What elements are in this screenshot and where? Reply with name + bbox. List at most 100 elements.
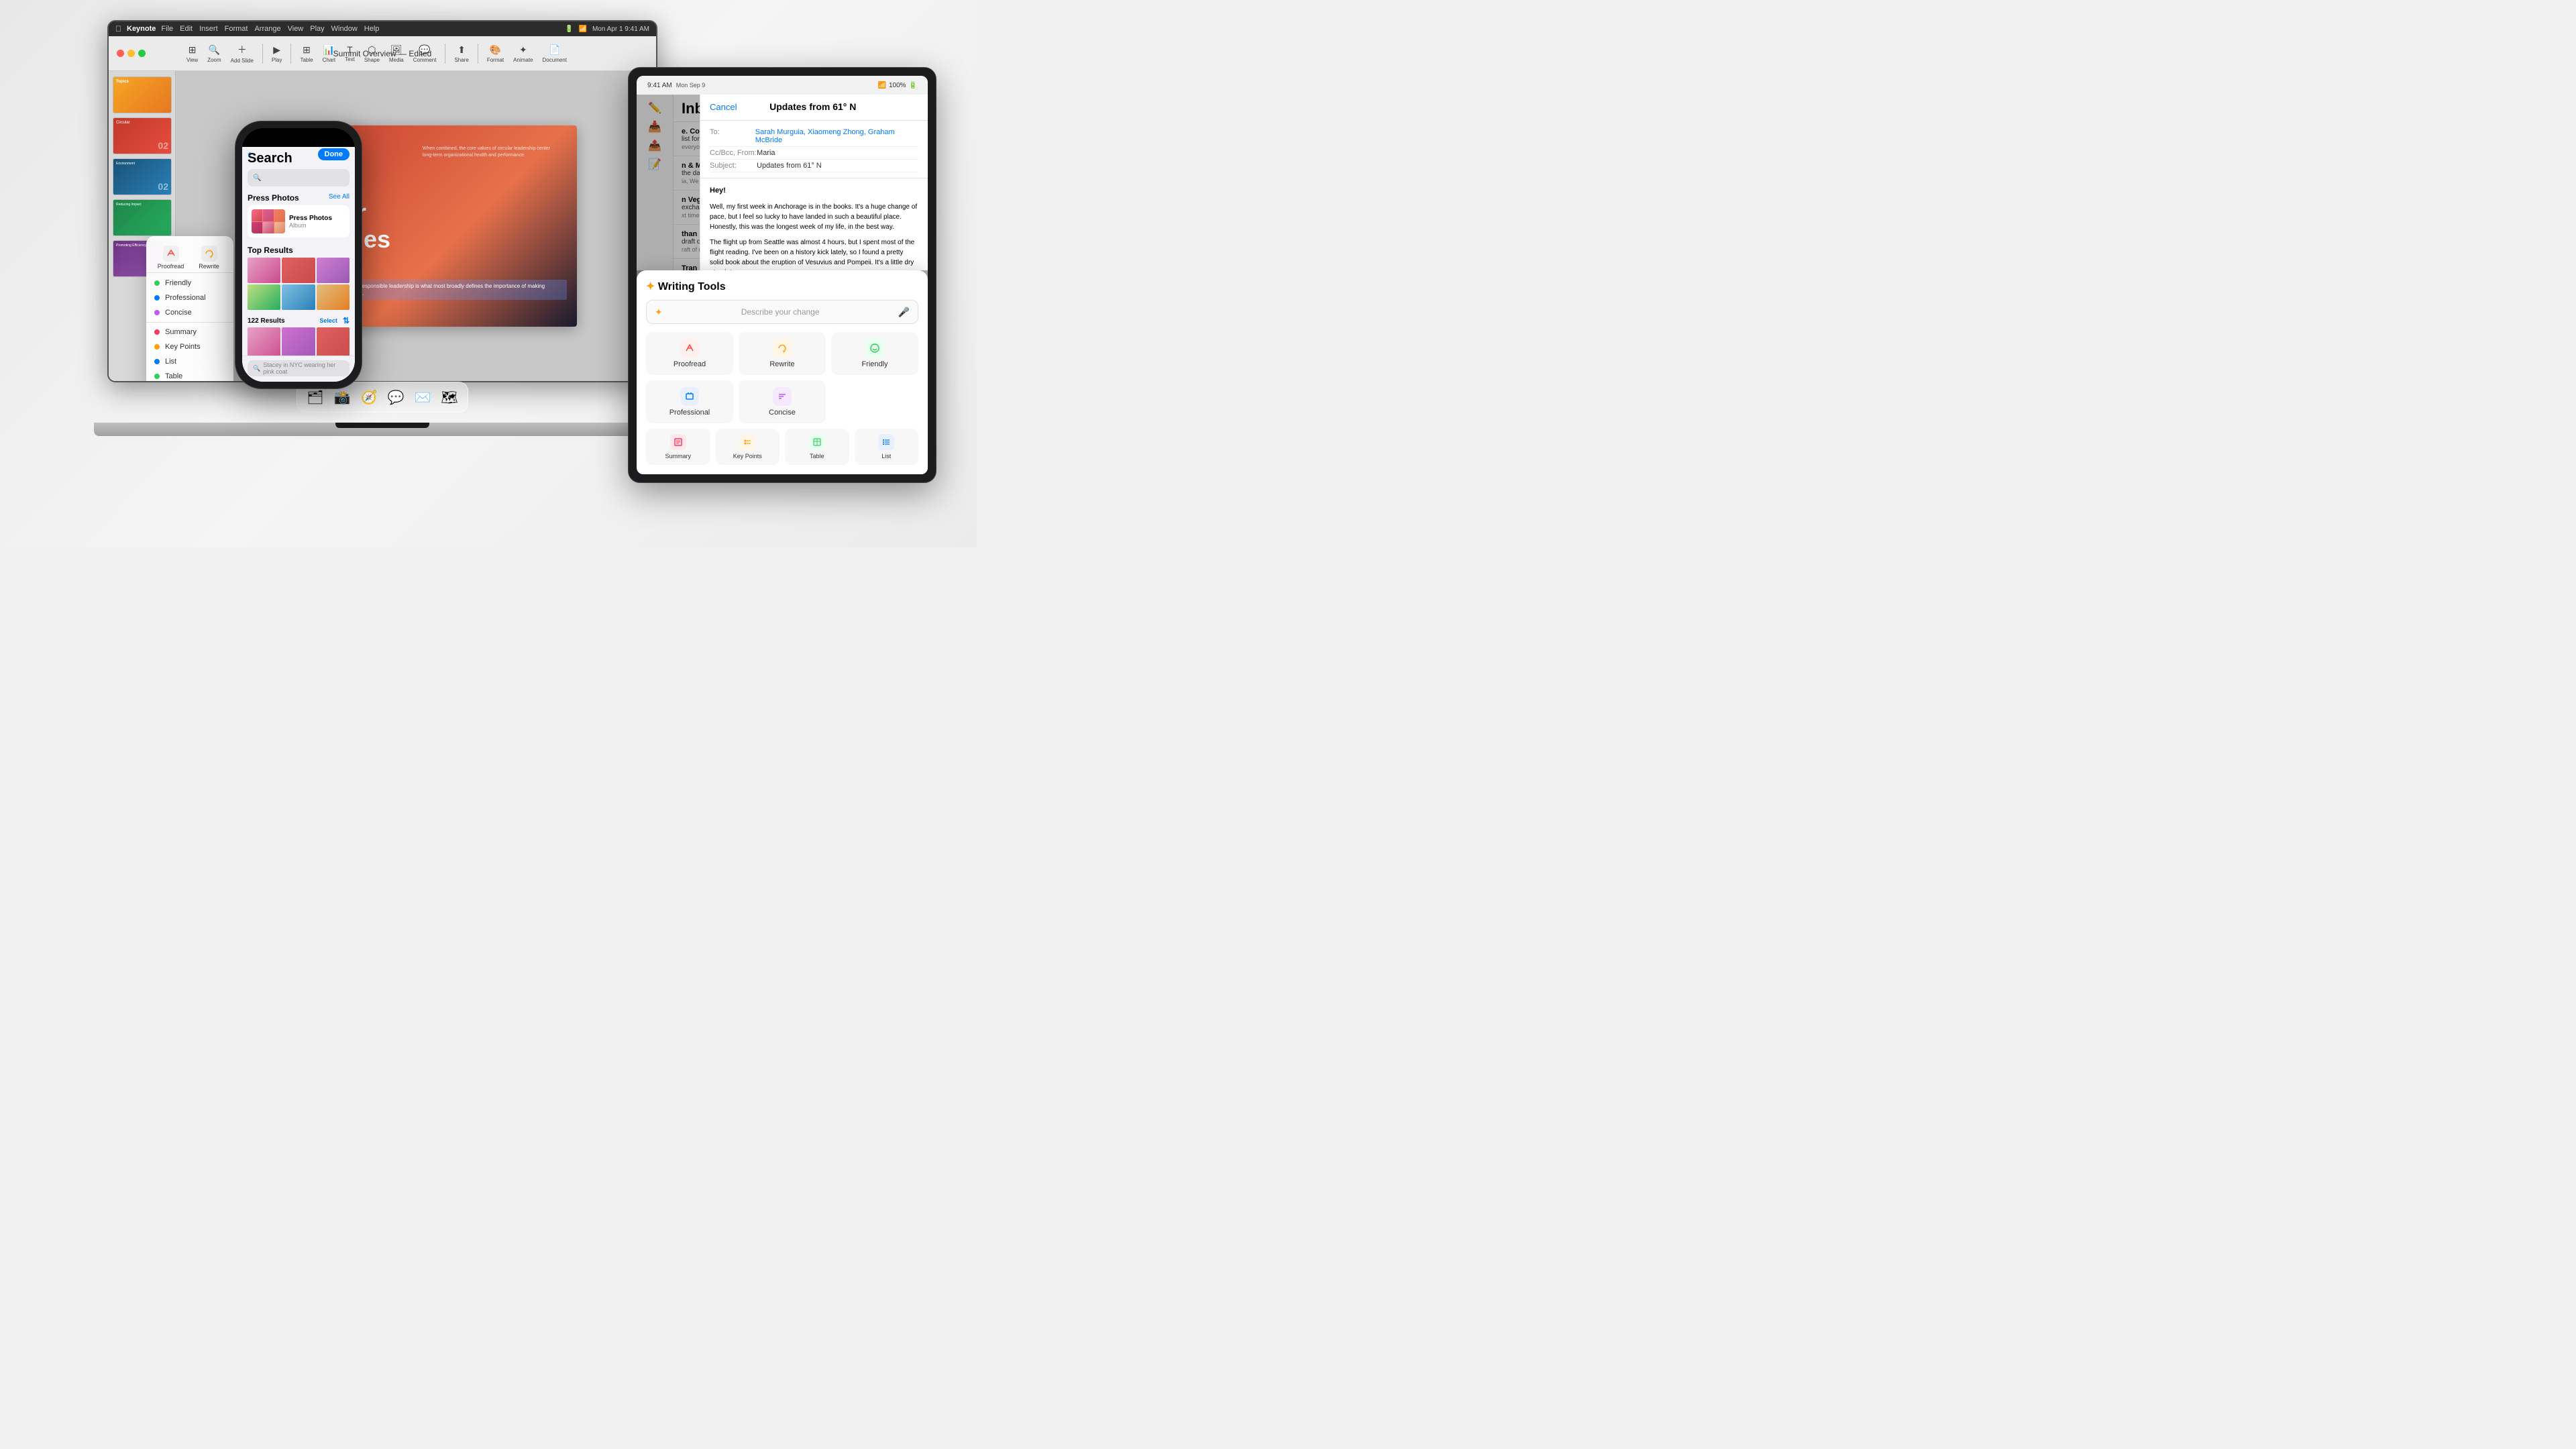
wt-second-grid: Professional Concise — [646, 380, 918, 423]
email-cc-label: Cc/Bcc, From: — [710, 149, 757, 157]
wt-ipad-rewrite-btn[interactable]: Rewrite — [739, 332, 826, 375]
dock-finder[interactable]: 🗂 — [304, 386, 327, 409]
results-count-bar: 122 Results Select ⇅ — [242, 314, 355, 327]
email-cancel-button[interactable]: Cancel — [710, 102, 737, 112]
photo-small-3[interactable] — [317, 258, 350, 283]
slide-thumb-1[interactable]: Topics — [113, 76, 172, 113]
wt-concise-item[interactable]: Concise — [146, 305, 233, 320]
wt-ipad-rewrite-label: Rewrite — [769, 360, 794, 368]
wt-mic-icon[interactable]: 🎤 — [898, 307, 910, 318]
keynote-document-title: Summit Overview — Edited — [333, 49, 432, 58]
toolbar-share[interactable]: ⬆Share — [451, 43, 472, 64]
ipad-wifi-icon: 📶 — [878, 82, 886, 89]
iphone-notch-area — [242, 128, 355, 147]
toolbar-play[interactable]: ▶Play — [268, 43, 286, 64]
wt-ipad-keypoints-btn[interactable]: Key Points — [716, 429, 780, 465]
wt-ipad-list-btn[interactable]: List — [855, 429, 919, 465]
menu-insert[interactable]: Insert — [199, 25, 218, 33]
macbook-base — [94, 423, 671, 436]
wt-ipad-rewrite-icon — [773, 339, 792, 358]
menu-arrange[interactable]: Arrange — [254, 25, 280, 33]
wt-professional-dot — [154, 295, 160, 301]
wt-ipad-list-label: List — [881, 453, 891, 460]
press-photos-header: Press Photos See All — [248, 193, 350, 203]
dock-safari[interactable]: 🧭 — [358, 386, 380, 409]
wt-ipad-keypoints-label: Key Points — [733, 453, 762, 460]
ipad-device: 9:41 AM Mon Sep 9 📶 100% 🔋 Summarize ✏️ … — [628, 67, 936, 483]
wt-summary-dot — [154, 329, 160, 335]
wt-keypoints-item[interactable]: Key Points — [146, 339, 233, 354]
iphone-back-button[interactable]: ‹ — [248, 148, 251, 160]
email-fields: To: Sarah Murguia, Xiaomeng Zhong, Graha… — [700, 121, 928, 178]
menu-window[interactable]: Window — [331, 25, 358, 33]
photo-small-1[interactable] — [248, 258, 280, 283]
iphone-bottom-placeholder: Stacey in NYC wearing her pink coat — [263, 362, 344, 375]
fullscreen-button[interactable] — [138, 50, 146, 57]
wt-rewrite-btn[interactable]: Rewrite — [193, 246, 225, 270]
toolbar-format[interactable]: 🎨Format — [484, 43, 507, 64]
toolbar-zoom[interactable]: 🔍Zoom — [204, 43, 224, 64]
wt-proofread-btn[interactable]: Proofread — [154, 246, 187, 270]
wt-proofread-label: Proofread — [158, 263, 184, 270]
photo-small-2[interactable] — [282, 258, 315, 283]
wt-ipad-proofread-btn[interactable]: Proofread — [646, 332, 733, 375]
photo-small-6[interactable] — [317, 284, 350, 310]
menu-edit[interactable]: Edit — [180, 25, 193, 33]
photo-small-4[interactable] — [248, 284, 280, 310]
wt-professional-item[interactable]: Professional — [146, 290, 233, 305]
wt-describe-input[interactable]: ✦ Describe your change 🎤 — [646, 300, 918, 324]
menu-play[interactable]: Play — [310, 25, 324, 33]
dock-photos[interactable]: 📸 — [331, 386, 354, 409]
ipad-statusbar: 9:41 AM Mon Sep 9 📶 100% 🔋 — [637, 76, 928, 95]
menu-help[interactable]: Help — [364, 25, 380, 33]
wt-ipad-professional-btn[interactable]: Professional — [646, 380, 733, 423]
slide-thumb-4[interactable]: Reducing Impact — [113, 199, 172, 236]
dock-messages[interactable]: 💬 — [384, 386, 407, 409]
email-cc-value: Maria — [757, 149, 775, 157]
wt-ipad-table-btn[interactable]: Table — [785, 429, 849, 465]
wt-table-item[interactable]: Table — [146, 369, 233, 382]
menu-format[interactable]: Format — [225, 25, 248, 33]
writing-tools-overlay: ✦ Writing Tools ✦ Describe your change 🎤 — [637, 270, 928, 474]
dock-mail[interactable]: ✉️ — [411, 386, 434, 409]
iphone-search-input-display[interactable]: 🔍 — [248, 169, 350, 186]
wt-ipad-friendly-btn[interactable]: Friendly — [831, 332, 918, 375]
wt-keypoints-dot — [154, 344, 160, 350]
email-compose-panel: Cancel Updates from 61° N To: Sarah Murg… — [700, 95, 928, 474]
minimize-button[interactable] — [127, 50, 135, 57]
iphone-bottom-input[interactable]: 🔍 Stacey in NYC wearing her pink coat — [248, 360, 350, 376]
close-button[interactable] — [117, 50, 124, 57]
press-photos-album-label: Album — [289, 222, 345, 229]
toolbar-table[interactable]: ⊞Table — [297, 43, 316, 64]
wt-list-item[interactable]: List — [146, 354, 233, 369]
menu-view[interactable]: View — [288, 25, 304, 33]
wt-ipad-summary-btn[interactable]: Summary — [646, 429, 710, 465]
writing-tools-sheet: ✦ Writing Tools ✦ Describe your change 🎤 — [637, 270, 928, 474]
photo-small-5[interactable] — [282, 284, 315, 310]
iphone-bottom-search-icon: 🔍 — [253, 365, 260, 372]
select-button[interactable]: Select — [319, 317, 337, 324]
wt-friendly-item[interactable]: Friendly — [146, 276, 233, 290]
wt-summary-item[interactable]: Summary — [146, 325, 233, 339]
toolbar-view[interactable]: ⊞View — [183, 43, 201, 64]
see-all-button[interactable]: See All — [329, 193, 350, 203]
wt-mac-header: Proofread Rewrite — [146, 241, 233, 273]
writing-tools-popup-mac: Proofread Rewrite Friendly Professional — [146, 236, 233, 382]
slide-thumb-2[interactable]: Circular 02 — [113, 117, 172, 154]
toolbar-document[interactable]: 📄Document — [539, 43, 570, 64]
menu-file[interactable]: File — [161, 25, 173, 33]
press-photos-thumbnail — [252, 209, 285, 233]
slide-thumb-3[interactable]: Environment 02 — [113, 158, 172, 195]
iphone-done-button[interactable]: Done — [318, 148, 350, 160]
press-photos-card[interactable]: Press Photos Album — [248, 205, 350, 237]
toolbar-add-slide[interactable]: ＋Add Slide — [227, 42, 257, 65]
dock-maps[interactable]: 🗺 — [438, 386, 461, 409]
toolbar-animate[interactable]: ✦Animate — [510, 43, 536, 64]
wt-sheet-title: ✦ Writing Tools — [646, 280, 918, 293]
wt-ipad-concise-btn[interactable]: Concise — [739, 380, 826, 423]
menubar-items: File Edit Insert Format Arrange View Pla… — [161, 25, 379, 33]
press-photo-mini-1 — [252, 209, 262, 221]
sort-icon[interactable]: ⇅ — [343, 316, 350, 325]
wt-empty-slot — [831, 380, 918, 423]
email-title: Updates from 61° N — [769, 101, 856, 112]
